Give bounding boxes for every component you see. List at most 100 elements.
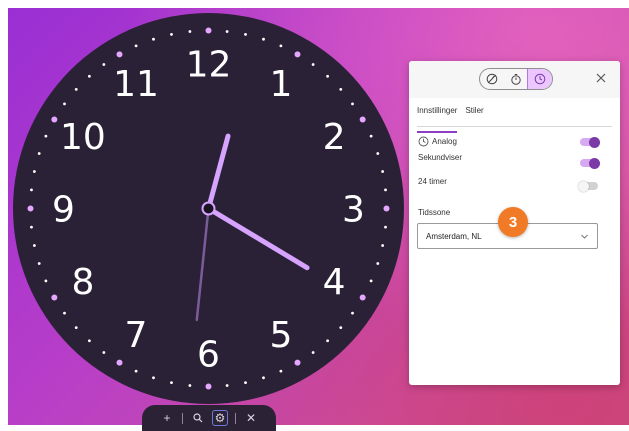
clock-numeral: 7	[125, 315, 148, 356]
clock-numeral: 8	[71, 262, 94, 303]
minute-marker	[134, 44, 138, 48]
clock-icon	[418, 136, 429, 147]
mode-switcher	[479, 68, 553, 90]
settings-icon[interactable]: ⚙	[212, 410, 228, 426]
timer-icon[interactable]	[504, 69, 528, 89]
minute-marker	[87, 339, 91, 343]
minute-marker	[102, 351, 106, 354]
minute-marker	[311, 63, 315, 66]
setting-label-sekundviser: Sekundviser	[418, 153, 463, 162]
hour-marker	[27, 205, 34, 212]
setting-row-analog: Analog	[418, 136, 457, 147]
analog-toggle[interactable]	[580, 136, 600, 148]
minute-marker	[63, 102, 66, 106]
minute-marker	[244, 32, 247, 36]
setting-label-24-timer: 24 timer	[418, 177, 447, 186]
minute-marker	[326, 74, 330, 78]
tab-stiler[interactable]: Stiler	[465, 104, 483, 126]
setting-row-24-timer: 24 timer	[418, 177, 447, 186]
minute-marker	[279, 44, 283, 48]
minute-marker	[279, 369, 283, 373]
hour-marker	[116, 359, 123, 366]
minute-marker	[311, 351, 315, 354]
minute-marker	[74, 87, 78, 91]
hour-marker	[294, 359, 301, 366]
minute-marker	[384, 225, 387, 229]
clock-numeral: 2	[323, 117, 346, 158]
hour-marker	[51, 294, 58, 301]
hour-marker	[205, 27, 212, 34]
minute-marker	[369, 279, 373, 283]
toggle-knob	[589, 136, 600, 148]
minute-marker	[32, 170, 36, 173]
hour-marker	[383, 205, 390, 212]
hour-marker	[116, 51, 123, 58]
toggle-knob	[578, 180, 589, 192]
hour-marker	[294, 51, 301, 58]
analog-clock-icon[interactable]	[480, 69, 504, 89]
minute-marker	[170, 381, 173, 385]
clock-toolbar: + ⚙ ✕	[142, 405, 276, 431]
center-cap	[201, 201, 216, 216]
hour-marker	[359, 116, 366, 123]
minute-marker	[37, 152, 41, 155]
minute-marker	[44, 134, 48, 138]
minute-marker	[381, 244, 385, 247]
minute-marker	[381, 170, 385, 173]
minute-marker	[225, 30, 229, 33]
minute-marker	[44, 279, 48, 283]
step-badge: 3	[498, 207, 528, 237]
minute-marker	[376, 152, 380, 155]
clock-icon[interactable]	[527, 69, 552, 89]
minute-marker	[170, 32, 173, 36]
minute-marker	[262, 37, 265, 41]
minute-marker	[74, 326, 78, 330]
minute-marker	[134, 369, 138, 373]
minute-marker	[188, 384, 192, 387]
toggle-knob	[589, 157, 600, 169]
minute-marker	[87, 74, 91, 78]
minute-marker	[30, 225, 33, 229]
clock-numeral: 5	[270, 315, 293, 356]
minute-marker	[351, 311, 354, 315]
minute-marker	[339, 326, 343, 330]
minute-marker	[262, 376, 265, 380]
close-icon[interactable]	[594, 71, 608, 85]
toolbar-divider	[182, 412, 183, 424]
24-timer-toggle[interactable]	[578, 180, 598, 192]
minute-marker	[384, 188, 387, 192]
minute-marker	[351, 102, 354, 106]
clock-numeral: 11	[113, 64, 159, 105]
tab-innstillinger[interactable]: Innstillinger	[417, 104, 458, 133]
settings-tabs: Innstillinger Stiler	[417, 98, 612, 133]
minute-marker	[152, 376, 155, 380]
clock-numeral: 10	[60, 117, 106, 158]
minute-marker	[152, 37, 155, 41]
minute-marker	[63, 311, 66, 315]
sekundviser-toggle[interactable]	[580, 157, 600, 169]
add-icon[interactable]: +	[160, 411, 174, 425]
clock-numeral: 4	[323, 262, 346, 303]
minute-marker	[32, 244, 36, 247]
minute-marker	[376, 262, 380, 265]
hour-marker	[205, 383, 212, 390]
analog-clock: 12 1 2 3 4 5 6 7 8 9 10 11	[13, 13, 404, 404]
close-icon[interactable]: ✕	[244, 411, 258, 425]
panel-header	[409, 61, 620, 98]
minute-marker	[369, 134, 373, 138]
clock-numeral: 12	[186, 45, 232, 86]
clock-numeral: 1	[270, 64, 293, 105]
minute-marker	[188, 30, 192, 33]
timezone-label: Tidssone	[418, 208, 451, 217]
minute-marker	[225, 384, 229, 387]
toolbar-divider	[235, 412, 236, 424]
clock-numeral: 6	[197, 335, 220, 376]
minute-marker	[326, 339, 330, 343]
zoom-icon[interactable]	[191, 411, 205, 425]
chevron-down-icon	[581, 234, 588, 239]
setting-label-analog: Analog	[432, 137, 457, 146]
minute-marker	[30, 188, 33, 192]
hour-marker	[51, 116, 58, 123]
setting-row-sekundviser: Sekundviser	[418, 153, 462, 162]
clock-numeral: 9	[52, 190, 75, 231]
